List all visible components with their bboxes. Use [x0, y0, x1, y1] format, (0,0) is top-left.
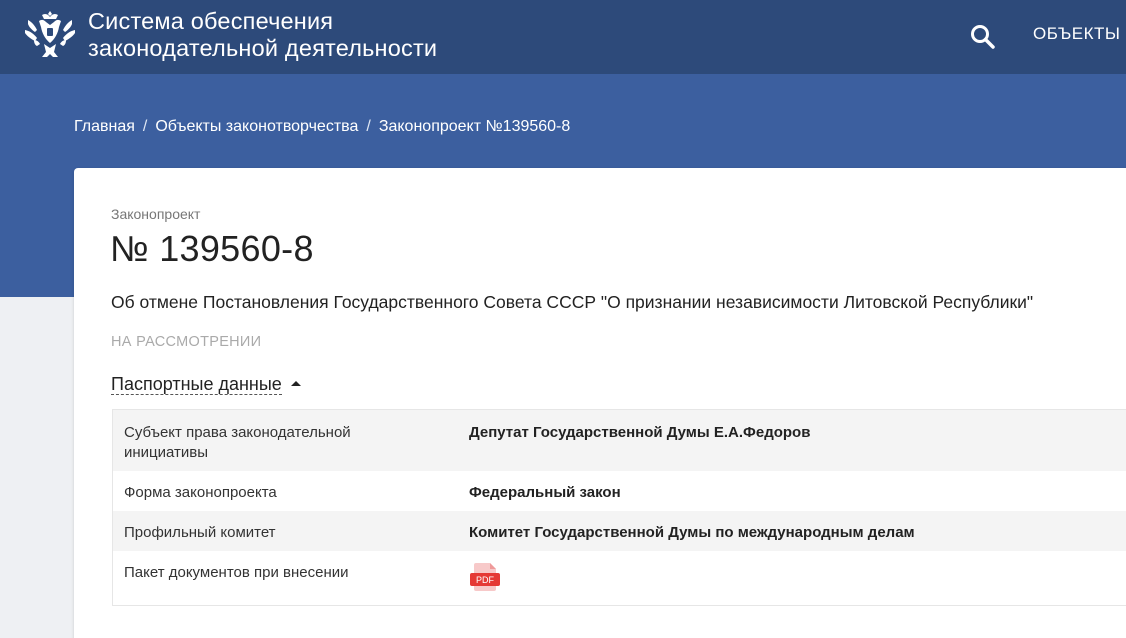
passport-table: Субъект права законодательной инициативы… — [112, 409, 1126, 606]
top-header: Система обеспечения законодательной деят… — [0, 0, 1126, 74]
bill-name: Об отмене Постановления Государственного… — [111, 292, 1034, 312]
breadcrumb-section[interactable]: Объекты законотворчества — [155, 118, 358, 135]
passport-row-label: Субъект права законодательной инициативы — [124, 424, 351, 461]
pdf-label: PDF — [476, 575, 495, 585]
site-title[interactable]: Система обеспечения законодательной деят… — [88, 8, 437, 62]
breadcrumb-current: Законопроект №139560-8 — [378, 118, 571, 135]
caret-up-icon — [290, 381, 301, 386]
pdf-file-icon[interactable]: PDF — [469, 561, 501, 593]
passport-row-value: Федеральный закон — [469, 484, 621, 501]
passport-row-value: Депутат Государственной Думы Е.А.Федоров — [469, 424, 811, 441]
breadcrumb: Главная / Объекты законотворчества / Законоп… — [74, 118, 571, 135]
site-title-line1: Система обеспечения — [88, 8, 334, 34]
nav-objects-menu[interactable]: ОБЪЕКТЫ — [1033, 24, 1120, 44]
passport-row: Субъект права законодательной инициативы… — [113, 410, 1126, 471]
passport-row-label: Форма законопроекта — [124, 484, 277, 501]
breadcrumb-home[interactable]: Главная — [74, 118, 135, 135]
passport-row-label: Пакет документов при внесении — [124, 564, 349, 581]
bill-type: Законопроект — [111, 206, 201, 222]
passport-row-label: Профильный комитет — [124, 524, 276, 541]
passport-row: Форма законопроекта Федеральный закон — [113, 471, 1126, 511]
passport-row: Пакет документов при внесении PDF — [113, 551, 1126, 605]
site-title-line2: законодательной деятельности — [88, 35, 438, 61]
coat-of-arms-icon[interactable] — [22, 6, 78, 62]
passport-row: Профильный комитет Комитет Государственн… — [113, 511, 1126, 551]
passport-row-value: Комитет Государственной Думы по междунар… — [469, 524, 915, 541]
bill-number: № 139560-8 — [110, 228, 314, 269]
passport-toggle-label: Паспортные данные — [111, 374, 282, 395]
search-icon[interactable] — [968, 22, 998, 52]
bill-status: НА РАССМОТРЕНИИ — [111, 334, 262, 350]
passport-toggle[interactable]: Паспортные данные — [111, 374, 301, 395]
